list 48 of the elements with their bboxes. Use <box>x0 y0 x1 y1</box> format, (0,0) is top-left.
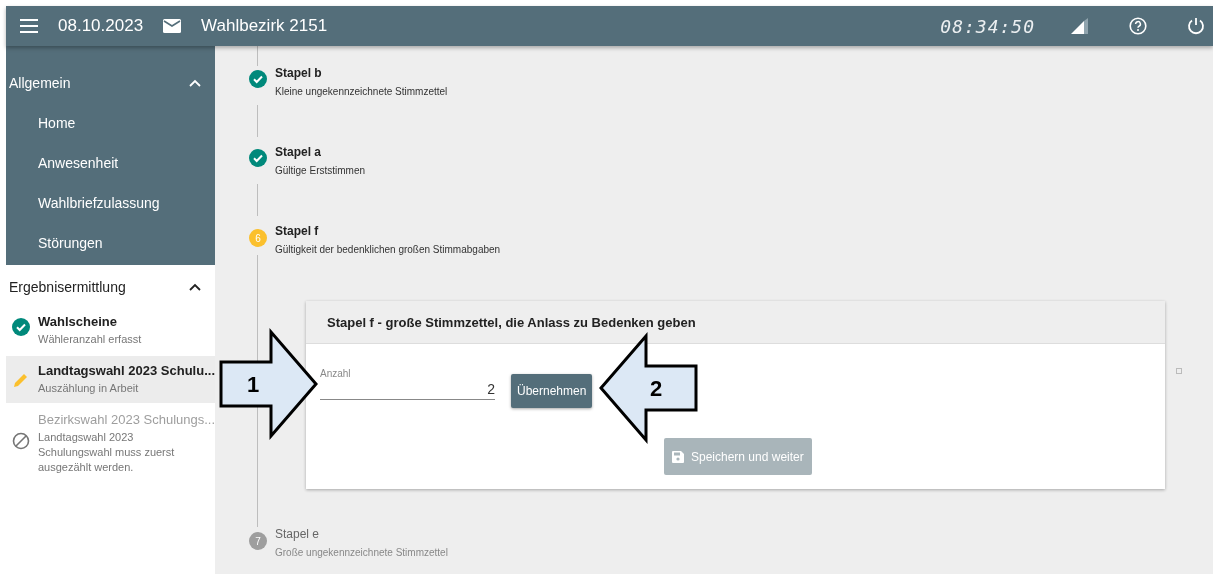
help-icon[interactable] <box>1127 15 1149 37</box>
nav-item[interactable]: Wahlbriefzulassung <box>6 183 215 223</box>
envelope-icon[interactable] <box>163 19 182 33</box>
election-title: Bezirkswahl 2023 Schulungs... <box>38 412 216 427</box>
menu-icon[interactable] <box>20 19 38 33</box>
election-title: Landtagswahl 2023 Schulu... <box>38 363 215 378</box>
step-title: Stapel a <box>275 145 323 159</box>
nav-item[interactable]: Anwesenheit <box>6 143 215 183</box>
card-title: Stapel f - große Stimmzettel, die Anlass zu Bedenken geben <box>306 301 1165 344</box>
step-subtitle: Kleine ungekennzeichnete Stimmzettel <box>275 86 448 97</box>
signal-icon[interactable] <box>1069 15 1091 37</box>
check-circle-icon <box>12 318 30 336</box>
chevron-up-icon[interactable] <box>189 283 201 291</box>
count-field[interactable]: 2 <box>320 379 495 400</box>
election-item[interactable]: Landtagswahl 2023 Schulu... Auszählung in Arbeit <box>6 356 215 403</box>
step-number: 6 <box>249 229 267 247</box>
power-icon[interactable] <box>1185 15 1207 37</box>
election-status: Auszählung in Arbeit <box>38 381 140 396</box>
date-text: 08.10.2023 <box>58 16 144 36</box>
step-number: 7 <box>249 532 267 550</box>
election-item[interactable]: Wahlscheine Wähleranzahl erfasst <box>6 307 215 354</box>
callout-arrow: 1 <box>219 327 318 441</box>
step-title: Stapel b <box>275 66 323 80</box>
callout-arrow: 2 <box>599 331 698 445</box>
section-header[interactable]: Allgemein <box>6 63 215 103</box>
election-status: Wähleranzahl erfasst <box>38 332 143 347</box>
field-label: Anzahl <box>320 368 351 379</box>
nav-item[interactable]: Störungen <box>6 223 215 263</box>
step-subtitle: Große ungekennzeichnete Stimmzettel <box>275 547 448 558</box>
section-title: Ergebnisermittlung <box>9 279 126 295</box>
section-header[interactable]: Ergebnisermittlung <box>6 267 215 307</box>
district-title: Wahlbezirk 2151 <box>201 16 328 36</box>
step-title: Stapel f <box>275 224 320 238</box>
check-circle-icon <box>249 149 267 167</box>
clock-text: 08:34:50 <box>940 15 1035 37</box>
section-title: Allgemein <box>9 75 71 91</box>
election-item[interactable]: Bezirkswahl 2023 Schulungs... Landtagswahl 2023 Schulungswahl muss zuerst ausgezählt werden. <box>6 405 215 482</box>
step-subtitle: Gültige Erststimmen <box>275 165 366 176</box>
small-square-icon <box>1176 368 1182 374</box>
election-title: Wahlscheine <box>38 314 118 329</box>
election-status: Landtagswahl 2023 Schulungswahl muss zuerst ausgezählt werden. <box>38 430 176 475</box>
nav-item[interactable]: Home <box>6 103 215 143</box>
step-title: Stapel e <box>275 527 321 541</box>
blocked-icon <box>12 432 30 450</box>
pencil-icon <box>12 371 30 389</box>
check-circle-icon <box>249 70 267 88</box>
apply-button[interactable]: Übernehmen <box>511 374 593 408</box>
step-subtitle: Gültigkeit der bedenklichen großen Stimmabgaben <box>275 244 501 255</box>
